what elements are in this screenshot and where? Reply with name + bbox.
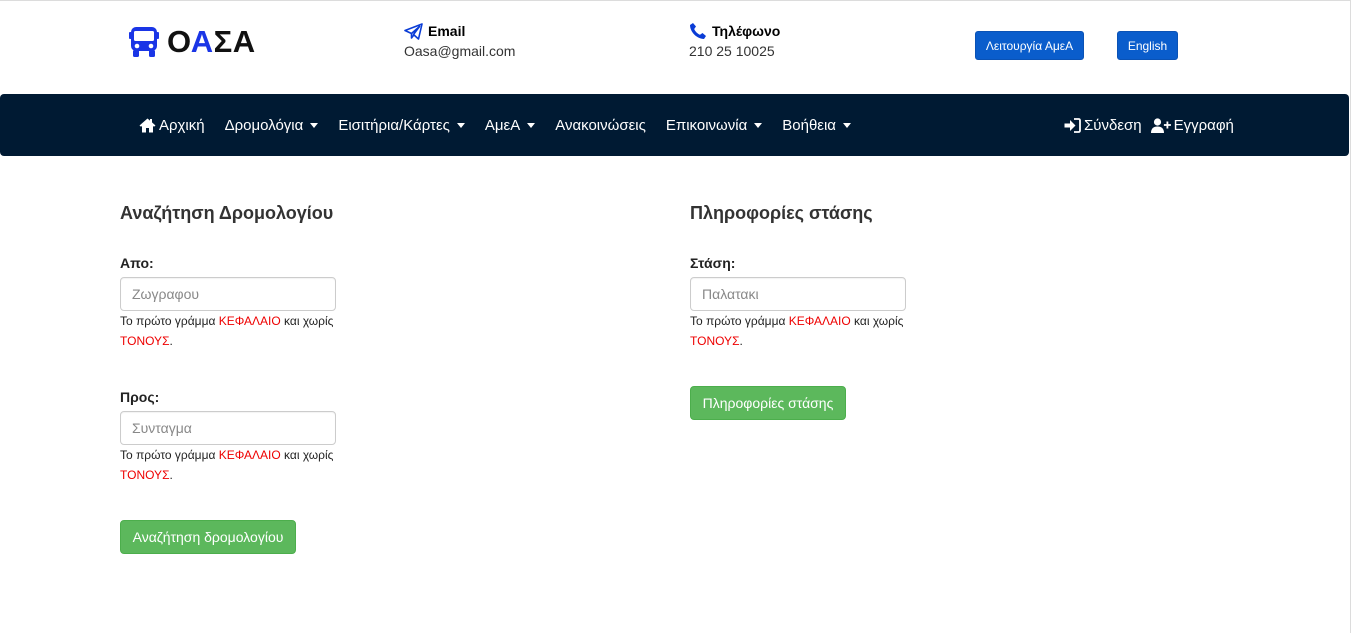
phone-contact: Τηλέφωνο 210 25 10025 [689,21,780,59]
to-hint: Το πρώτο γράμμα ΚΕΦΑΛΑΙΟ και χωρίς ΤΟΝΟΥ… [120,446,350,485]
hint-text: και χωρίς [850,314,904,328]
nav-item-login[interactable]: Σύνδεση [1064,117,1142,134]
hint-text: Το πρώτο γράμμα [120,448,219,462]
route-search-title: Αναζήτηση Δρομολογίου [120,203,334,223]
email-label: Email [428,23,466,39]
from-input[interactable] [120,277,336,311]
email-value[interactable]: Oasa@gmail.com [404,43,515,59]
nav-item-amea[interactable]: ΑμεΑ [484,116,536,134]
nav-register-label: Εγγραφή [1173,116,1234,134]
hint-accents: ΤΟΝΟΥΣ [120,333,170,348]
stop-info-button[interactable]: Πληροφορίες στάσης [690,386,846,420]
stop-label: Στάση: [690,255,736,271]
stop-info-title: Πληροφορίες στάσης [690,203,873,223]
stop-hint: Το πρώτο γράμμα ΚΕΦΑΛΑΙΟ και χωρίς ΤΟΝΟΥ… [690,312,920,351]
nav-tickets-label: Εισιτήρια/Κάρτες [338,116,450,134]
oasa-logo[interactable]: ΟΑΣΑ [129,26,256,58]
nav-item-register[interactable]: Εγγραφή [1150,116,1234,134]
top-header: ΟΑΣΑ Email Oasa@gmail.com Τηλέφωνο 210 2… [0,0,1351,94]
main-navbar: Αρχική Δρομολόγια Εισιτήρια/Κάρτες ΑμεΑ … [0,94,1349,156]
caret-down-icon [754,122,763,128]
hint-text: Το πρώτο γράμμα [120,314,219,328]
nav-contact-label: Επικοινωνία [665,116,748,134]
logo-letter-a: Α [190,24,214,59]
search-route-button[interactable]: Αναζήτηση δρομολογίου [120,520,296,554]
caret-down-icon [310,122,319,128]
from-label: Απο: [120,255,154,271]
nav-amea-label: ΑμεΑ [484,116,521,134]
paper-plane-icon [404,22,423,40]
hint-text: και χωρίς [280,314,334,328]
caret-down-icon [842,122,851,128]
english-language-button[interactable]: English [1117,31,1178,60]
from-hint: Το πρώτο γράμμα ΚΕΦΑΛΑΙΟ και χωρίς ΤΟΝΟΥ… [120,312,350,351]
phone-icon [690,23,706,39]
hint-caps: ΚΕΦΑΛΑΙΟ [218,448,281,462]
to-label: Προς: [120,389,160,405]
nav-login-label: Σύνδεση [1084,116,1142,134]
nav-announcements-label: Ανακοινώσεις [555,116,646,134]
sign-in-icon [1064,117,1081,133]
caret-down-icon [527,122,536,128]
hint-accents: ΤΟΝΟΥΣ [120,467,170,482]
hint-text: . [169,333,173,348]
nav-item-tickets[interactable]: Εισιτήρια/Κάρτες [338,117,465,134]
nav-item-contact[interactable]: Επικοινωνία [665,116,763,134]
nav-item-help[interactable]: Βοήθεια [782,117,851,134]
nav-item-home[interactable]: Αρχική [139,117,205,134]
stop-input[interactable] [690,277,906,311]
to-input[interactable] [120,411,336,445]
nav-help-label: Βοήθεια [782,116,836,134]
hint-text: . [739,333,743,348]
hint-text: και χωρίς [280,448,334,462]
hint-text: Το πρώτο γράμμα [690,314,789,328]
logo-text: ΟΑΣΑ [167,26,256,58]
nav-home-label: Αρχική [159,116,205,134]
hint-accents: ΤΟΝΟΥΣ [690,333,740,348]
nav-routes-label: Δρομολόγια [224,116,304,134]
user-plus-icon [1150,117,1171,133]
nav-menu: Αρχική Δρομολόγια Εισιτήρια/Κάρτες ΑμεΑ … [139,94,871,156]
phone-label: Τηλέφωνο [712,23,781,39]
email-contact: Email Oasa@gmail.com [404,21,515,59]
nav-item-announcements[interactable]: Ανακοινώσεις [555,117,646,134]
caret-down-icon [456,122,465,128]
nav-account: Σύνδεση Εγγραφή [1064,94,1234,156]
home-icon [139,118,156,132]
logo-letter-o: Ο [167,24,191,59]
phone-value[interactable]: 210 25 10025 [689,43,780,59]
hint-caps: ΚΕΦΑΛΑΙΟ [218,314,281,328]
hint-text: . [169,467,173,482]
hint-caps: ΚΕΦΑΛΑΙΟ [788,314,851,328]
nav-item-routes[interactable]: Δρομολόγια [225,117,319,134]
logo-letters-sa: ΣΑ [213,24,256,59]
bus-icon [129,27,159,57]
accessibility-mode-button[interactable]: Λειτουργία ΑμεΑ [975,31,1084,60]
